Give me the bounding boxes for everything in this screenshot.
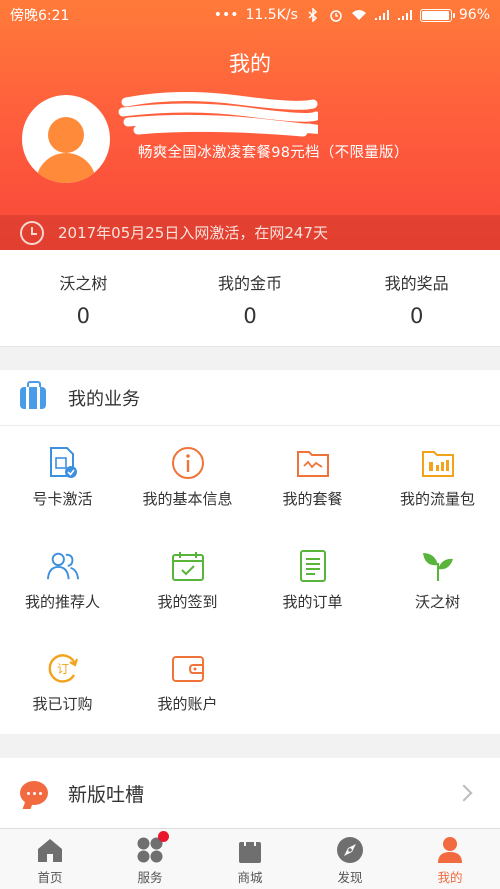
activation-text: 2017年05月25日入网激活，在网247天 [58,224,328,242]
user-icon [435,835,465,865]
grid-item-subscribed[interactable]: 订 我已订购 [0,631,125,731]
tab-label: 我的 [437,870,463,885]
battery-icon [419,8,455,22]
battery-percent: 96% [458,7,490,23]
grid-item-account[interactable]: 我的账户 [125,631,250,731]
grid-item-data-pack[interactable]: 我的流量包 [375,426,500,526]
grid-item-check-in[interactable]: 我的签到 [125,529,250,629]
bluetooth-icon [305,8,321,22]
home-icon [35,835,65,865]
grid-item-label: 我的套餐 [282,490,343,508]
grid-item-wo-tree[interactable]: 沃之树 [375,529,500,629]
grid-item-label: 号卡激活 [32,490,93,508]
redacted-phone-scribble [118,92,318,137]
tab-home[interactable]: 首页 [0,829,100,889]
notification-dot [158,831,169,842]
chat-bubble-icon [20,781,48,805]
tab-label: 服务 [137,870,163,885]
grid-item-referrer[interactable]: 我的推荐人 [0,529,125,629]
grid-item-label: 沃之树 [414,593,460,611]
grid-item-label: 我的签到 [157,593,218,611]
tab-services[interactable]: 服务 [100,829,200,889]
wifi-icon [351,8,367,22]
clock-icon [20,220,44,245]
activation-info: 2017年05月25日入网激活，在网247天 [0,215,500,250]
compass-icon [335,835,365,865]
signal-icon-1 [374,8,390,22]
plan-name[interactable]: 畅爽全国冰激凌套餐98元档（不限量版） [138,141,409,162]
grid-item-orders[interactable]: 我的订单 [250,529,375,629]
status-bar: 傍晚6:21 ••• 11.5K/s 96% [0,0,500,30]
grid-item-label: 我已订购 [32,695,93,713]
grid-item-label: 我的订单 [282,593,343,611]
tab-label: 商城 [237,870,263,885]
package-folder-icon [296,446,330,480]
order-list-icon [296,549,330,583]
stat-value: 0 [409,304,424,328]
sim-card-check-icon [46,446,80,480]
tab-label: 首页 [37,870,63,885]
avatar[interactable] [22,95,110,183]
network-speed: 11.5K/s [245,7,298,23]
subscribed-ding-icon: 订 [46,651,80,685]
stat-value: 0 [76,304,91,328]
stat-label: 我的奖品 [384,274,449,293]
stat-value: 0 [243,304,257,328]
shop-bag-icon [235,835,265,865]
business-header: 我的业务 [0,370,500,426]
grid-item-label: 我的基本信息 [142,490,233,508]
signal-icon-2 [397,8,413,22]
stat-label: 沃之树 [59,274,108,293]
grid-item-card-activation[interactable]: 号卡激活 [0,426,125,526]
svg-text:订: 订 [56,662,68,676]
grid-item-label: 我的流量包 [399,490,475,508]
grid-item-label: 我的账户 [157,695,218,713]
stat-wo-tree[interactable]: 沃之树 0 [0,250,167,346]
grid-item-label: 我的推荐人 [24,593,100,611]
sprout-icon [421,549,455,583]
my-business-section: 我的业务 号卡激活 我的基本信息 我的套餐 我的流量包 我的推荐人 我的签到 我… [0,370,500,734]
stat-label: 我的金币 [218,274,283,293]
people-icon [46,549,80,583]
briefcase-icon [20,380,46,409]
business-grid: 号卡激活 我的基本信息 我的套餐 我的流量包 我的推荐人 我的签到 我的订单 沃… [0,426,500,734]
grid-item-basic-info[interactable]: 我的基本信息 [125,426,250,526]
business-title: 我的业务 [68,388,140,410]
data-chart-folder-icon [421,446,455,480]
chevron-right-icon [455,784,473,802]
stat-coins[interactable]: 我的金币 0 [167,250,334,346]
calendar-check-icon [171,549,205,583]
stat-prizes[interactable]: 我的奖品 0 [333,250,500,346]
bottom-tab-bar: 首页 服务 商城 发现 我的 [0,828,500,889]
alarm-icon [328,8,344,22]
tab-label: 发现 [337,870,363,885]
info-circle-icon [171,446,205,480]
tab-shop[interactable]: 商城 [200,829,300,889]
profile-header: 傍晚6:21 ••• 11.5K/s 96% 我的 畅爽全国冰激凌套餐98元档（… [0,0,500,250]
status-dots: ••• [213,7,239,23]
wallet-icon [171,651,205,685]
feedback-label: 新版吐槽 [68,783,145,806]
status-time: 傍晚6:21 [10,8,70,24]
tab-discover[interactable]: 发现 [300,829,400,889]
stats-bar: 沃之树 0 我的金币 0 我的奖品 0 [0,250,500,347]
feedback-row[interactable]: 新版吐槽 [0,758,500,828]
grid-item-my-package[interactable]: 我的套餐 [250,426,375,526]
tab-me[interactable]: 我的 [400,829,500,889]
page-title: 我的 [229,52,271,76]
